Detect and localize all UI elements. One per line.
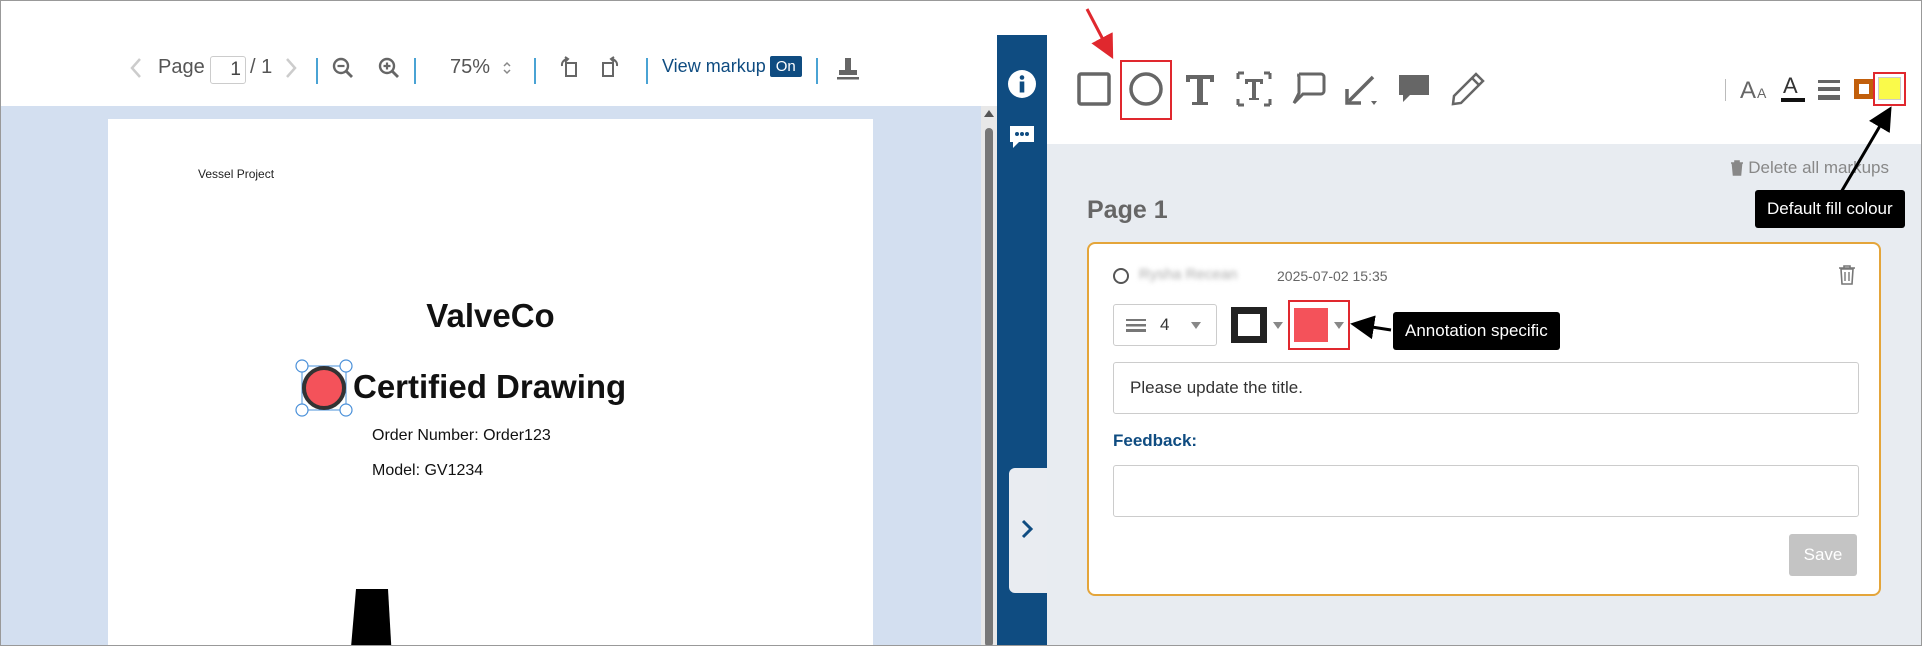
fill-color-swatch [1878,77,1901,100]
prev-page-icon[interactable] [129,56,143,80]
ellipse-type-icon [1113,268,1129,284]
arrow-icon [1345,75,1377,105]
view-markup-badge[interactable]: On [769,56,802,77]
comment-tool[interactable] [1394,69,1434,109]
rotate-left-icon[interactable] [558,56,582,80]
timestamp: 2025-07-02 15:35 [1277,268,1388,284]
annotation-specific-tooltip: Annotation specific [1393,312,1560,350]
toolbar-divider [316,58,318,84]
callout-tool[interactable] [1287,69,1327,109]
page-input[interactable]: 1 [210,56,246,84]
arrow-tool[interactable] [1341,69,1381,109]
text-tool[interactable] [1180,69,1220,109]
rotate-right-icon[interactable] [598,56,622,80]
rectangle-tool[interactable] [1074,69,1114,109]
text-box-icon [1236,71,1272,107]
line-width-select[interactable]: 4 [1113,304,1217,346]
svg-text:A: A [1783,73,1798,98]
doc-title: Certified Drawing [353,368,627,405]
toolbar-divider [646,58,648,84]
font-color-tool[interactable]: A [1774,69,1806,109]
text-box-tool[interactable] [1234,69,1274,109]
markup-tools-bar: A A A [1047,1,1921,144]
feedback-label: Feedback: [1113,431,1198,450]
svg-text:A: A [1740,77,1756,104]
comment-icon [1399,75,1429,102]
viewer-toolbar: Page 1 / 1 75% View markup On [1,1,997,106]
page-number-field[interactable]: 1 [210,56,246,84]
ellipse-icon [1129,72,1163,106]
stamp-icon[interactable] [835,56,861,82]
page-total: / 1 [250,56,273,78]
zoom-caret-icon [503,61,511,74]
default-fill-tooltip: Default fill colour [1755,190,1905,228]
stroke-color-tool[interactable] [1844,69,1874,109]
toolbar-divider [816,58,818,84]
pencil-icon [1451,72,1485,106]
line-width-value: 4 [1160,315,1170,334]
toolbar-divider [1725,79,1726,101]
feedback-field[interactable] [1113,465,1859,517]
doc-model: Model: GV1234 [372,462,484,479]
chevron-down-icon [1191,321,1202,329]
zoom-value: 75% [450,56,491,78]
toolbar-divider [414,58,416,84]
document-canvas[interactable]: Vessel Project ValveCo Certified Drawing… [1,106,981,645]
doc-company: ValveCo [426,297,555,334]
toolbar-divider [534,58,536,84]
info-icon[interactable] [1007,69,1037,99]
markup-card[interactable]: Rysha Recean 2025-07-02 15:35 4 Please u… [1087,242,1881,596]
pencil-tool[interactable] [1448,69,1488,109]
text-icon [1186,75,1214,105]
chevron-right-icon [1021,519,1034,539]
fill-color-picker[interactable] [1288,300,1350,350]
scroll-thumb[interactable] [985,128,993,645]
ellipse-annotation[interactable] [294,358,354,418]
view-markup-label: View markup [662,56,766,76]
line-width-icon [1126,319,1146,332]
author-name: Rysha Recean [1139,266,1238,283]
zoom-out-icon[interactable] [331,56,355,80]
font-size-tool[interactable]: A A [1735,69,1769,109]
page-label: Page [158,56,205,78]
fill-color-swatch [1294,308,1328,342]
delete-markup-icon[interactable] [1837,264,1857,286]
view-markup-toggle[interactable]: View markup On [662,56,802,77]
next-page-icon[interactable] [284,56,298,80]
stroke-color-swatch [1231,307,1267,343]
chevron-down-icon [1334,321,1344,329]
page-heading: Page 1 [1087,196,1168,224]
trash-icon [1731,160,1744,176]
stroke-color-picker[interactable] [1231,307,1283,343]
scroll-up-icon[interactable] [984,110,994,117]
document-scrollbar[interactable] [981,106,997,645]
svg-text:A: A [1757,85,1767,101]
zoom-in-icon[interactable] [377,56,401,80]
font-size-icon: A A [1740,77,1767,104]
doc-order-number: Order Number: Order123 [372,427,551,444]
document-page[interactable]: Vessel Project ValveCo Certified Drawing… [108,119,873,645]
delete-all-markups-button[interactable]: Delete all markups [1730,158,1889,178]
comment-field[interactable] [1113,362,1859,414]
rectangle-icon [1077,72,1111,106]
fill-color-tool[interactable] [1876,75,1903,103]
doc-header: Vessel Project [198,167,275,181]
drawing-shape [351,589,392,645]
zoom-select[interactable]: 75% [450,56,512,79]
callout-icon [1292,72,1326,105]
chevron-down-icon [1273,321,1283,329]
save-button[interactable]: Save [1789,534,1857,576]
ellipse-tool[interactable] [1126,69,1166,109]
delete-all-label: Delete all markups [1748,158,1889,177]
comments-icon[interactable] [1007,122,1037,152]
stroke-swatch-inner [1238,314,1260,336]
font-color-icon: A [1781,73,1805,102]
app-window: Page 1 / 1 75% View markup On Vessel Pro… [0,0,1922,646]
collapse-panel-tab[interactable] [1009,468,1047,593]
line-width-tool[interactable] [1810,69,1842,109]
